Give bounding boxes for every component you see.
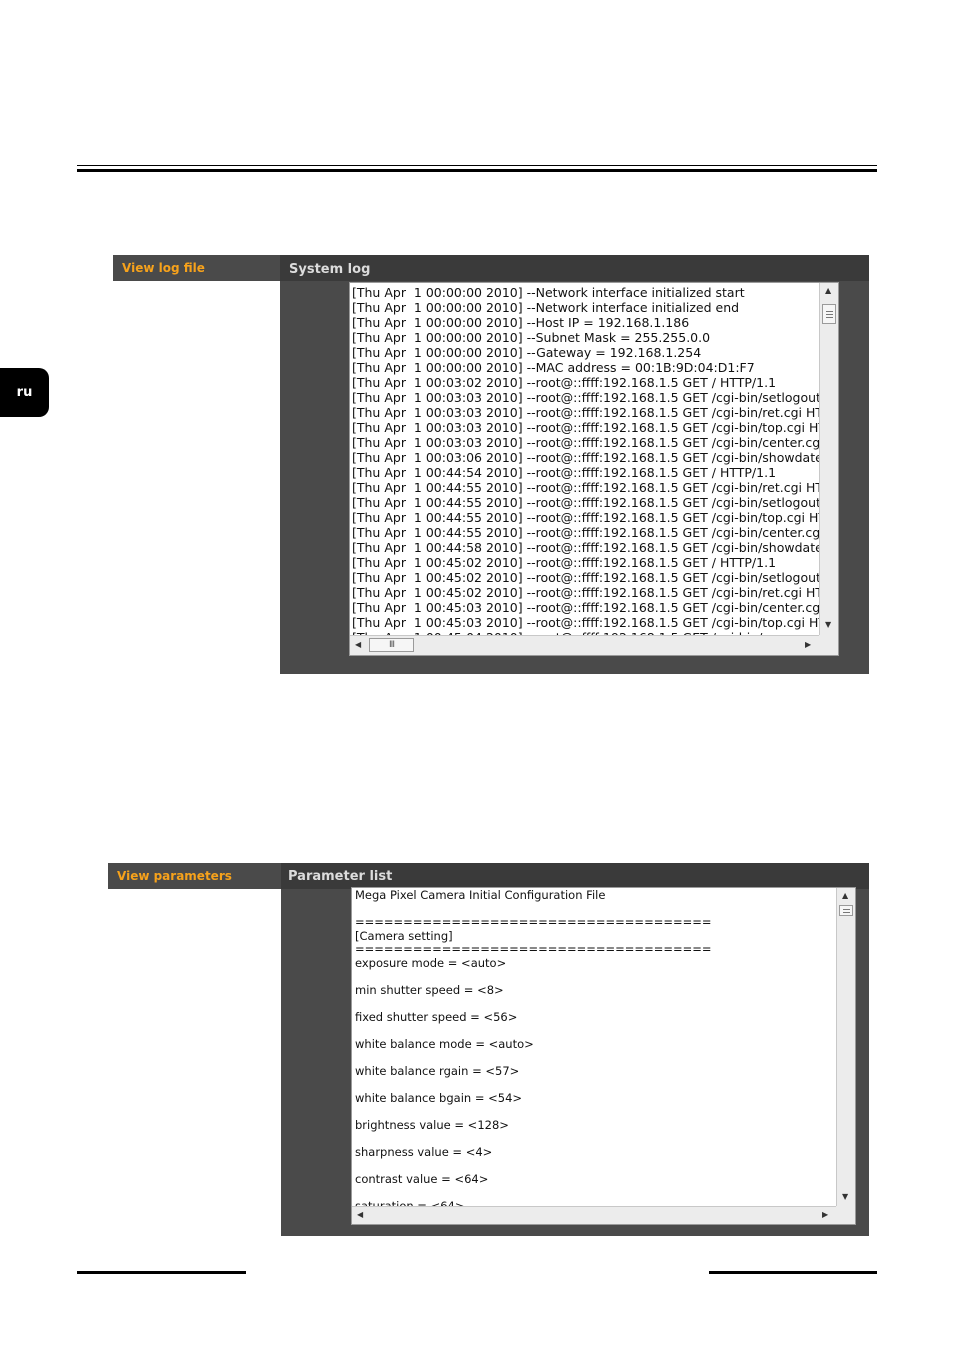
log-line: [Thu Apr 1 00:00:00 2010] --Host IP = 19…: [352, 315, 690, 330]
param-line: [355, 1159, 712, 1173]
parameter-list-lines: Mega Pixel Camera Initial Configuration …: [355, 889, 712, 1206]
log-line: [Thu Apr 1 00:03:03 2010] --root@::ffff:…: [352, 420, 834, 435]
log-scroll-thumb[interactable]: [822, 304, 836, 324]
log-line: [Thu Apr 1 00:44:54 2010] --root@::ffff:…: [352, 465, 777, 480]
param-line: min shutter speed = <8>: [355, 982, 504, 997]
view-parameters-link[interactable]: View parameters: [108, 863, 281, 889]
param-line: [355, 1186, 712, 1200]
param-line: white balance rgain = <57>: [355, 1063, 520, 1078]
log-line: [Thu Apr 1 00:44:55 2010] --root@::ffff:…: [352, 495, 832, 510]
param-line: [355, 970, 712, 984]
system-log-title: System log: [289, 261, 371, 277]
log-line: [Thu Apr 1 00:45:03 2010] --root@::ffff:…: [352, 615, 834, 630]
scroll-up-arrow-icon[interactable]: ▲: [825, 287, 831, 295]
footer-rule-right: [709, 1271, 877, 1274]
language-tab: ru: [0, 368, 49, 417]
param-line: [355, 903, 712, 917]
param-line: [355, 1105, 712, 1119]
param-line: contrast value = <64>: [355, 1171, 489, 1186]
log-line: [Thu Apr 1 00:03:03 2010] --root@::ffff:…: [352, 435, 832, 450]
param-scroll-left-arrow-icon[interactable]: ◀: [357, 1211, 363, 1219]
view-log-file-link[interactable]: View log file: [113, 255, 280, 281]
system-log-textarea[interactable]: [Thu Apr 1 00:00:00 2010] --Network inte…: [349, 282, 839, 656]
parameter-list-title: Parameter list: [288, 868, 393, 884]
param-line: [355, 997, 712, 1011]
log-horizontal-scrollbar[interactable]: ◀ III ▶: [350, 635, 819, 655]
param-line: fixed shutter speed = <56>: [355, 1009, 518, 1024]
log-line: [Thu Apr 1 00:44:58 2010] --root@::ffff:…: [352, 540, 827, 555]
param-line: [355, 1078, 712, 1092]
log-line: [Thu Apr 1 00:03:03 2010] --root@::ffff:…: [352, 390, 832, 405]
param-line: [355, 1132, 712, 1146]
param-line: exposure mode = <auto>: [355, 955, 507, 970]
log-line: [Thu Apr 1 00:00:00 2010] --Network inte…: [352, 300, 740, 315]
scroll-corner: [819, 635, 838, 655]
param-line: white balance bgain = <54>: [355, 1090, 523, 1105]
log-vertical-scrollbar[interactable]: ▲ ▼: [819, 283, 838, 635]
param-scroll-corner: [836, 1206, 855, 1224]
param-scroll-right-arrow-icon[interactable]: ▶: [822, 1211, 828, 1219]
param-line: [355, 1051, 712, 1065]
scroll-left-arrow-icon[interactable]: ◀: [355, 641, 361, 649]
param-line: white balance mode = <auto>: [355, 1036, 534, 1051]
log-line: [Thu Apr 1 00:00:00 2010] --Subnet Mask …: [352, 330, 711, 345]
scroll-right-arrow-icon[interactable]: ▶: [805, 641, 811, 649]
log-line: [Thu Apr 1 00:45:03 2010] --root@::ffff:…: [352, 600, 832, 615]
log-line: [Thu Apr 1 00:03:06 2010] --root@::ffff:…: [352, 450, 827, 465]
log-line: [Thu Apr 1 00:03:03 2010] --root@::ffff:…: [352, 405, 831, 420]
footer-rule-left: [77, 1271, 246, 1274]
log-line: [Thu Apr 1 00:44:55 2010] --root@::ffff:…: [352, 510, 834, 525]
log-line: [Thu Apr 1 00:45:02 2010] --root@::ffff:…: [352, 570, 832, 585]
param-line: [Camera setting]: [355, 928, 453, 943]
scroll-down-arrow-icon[interactable]: ▼: [825, 621, 831, 629]
log-line: [Thu Apr 1 00:00:00 2010] --MAC address …: [352, 360, 755, 375]
log-line: [Thu Apr 1 00:00:00 2010] --Gateway = 19…: [352, 345, 702, 360]
log-line: [Thu Apr 1 00:45:02 2010] --root@::ffff:…: [352, 555, 777, 570]
log-line: [Thu Apr 1 00:00:00 2010] --Network inte…: [352, 285, 745, 300]
param-line: =====================================: [355, 942, 712, 956]
log-line: [Thu Apr 1 00:44:55 2010] --root@::ffff:…: [352, 525, 832, 540]
system-log-lines: [Thu Apr 1 00:00:00 2010] --Network inte…: [352, 285, 834, 636]
param-line: brightness value = <128>: [355, 1117, 509, 1132]
header-rule-thin: [77, 165, 877, 166]
header-rule-thick: [77, 169, 877, 172]
log-line: [Thu Apr 1 00:03:02 2010] --root@::ffff:…: [352, 375, 777, 390]
log-line: [Thu Apr 1 00:45:02 2010] --root@::ffff:…: [352, 585, 831, 600]
param-scroll-thumb[interactable]: [839, 905, 853, 916]
param-line: Mega Pixel Camera Initial Configuration …: [355, 889, 606, 902]
parameter-list-textarea[interactable]: Mega Pixel Camera Initial Configuration …: [351, 887, 856, 1225]
param-line: =====================================: [355, 915, 712, 929]
param-line: sharpness value = <4>: [355, 1144, 493, 1159]
param-vertical-scrollbar[interactable]: ▲ ▼: [836, 888, 855, 1206]
param-scroll-up-arrow-icon[interactable]: ▲: [842, 892, 848, 900]
param-scroll-down-arrow-icon[interactable]: ▼: [842, 1193, 848, 1201]
log-hscroll-thumb[interactable]: III: [369, 638, 414, 652]
param-line: [355, 1024, 712, 1038]
param-horizontal-scrollbar[interactable]: ◀ ▶: [352, 1206, 836, 1224]
log-line: [Thu Apr 1 00:44:55 2010] --root@::ffff:…: [352, 480, 831, 495]
